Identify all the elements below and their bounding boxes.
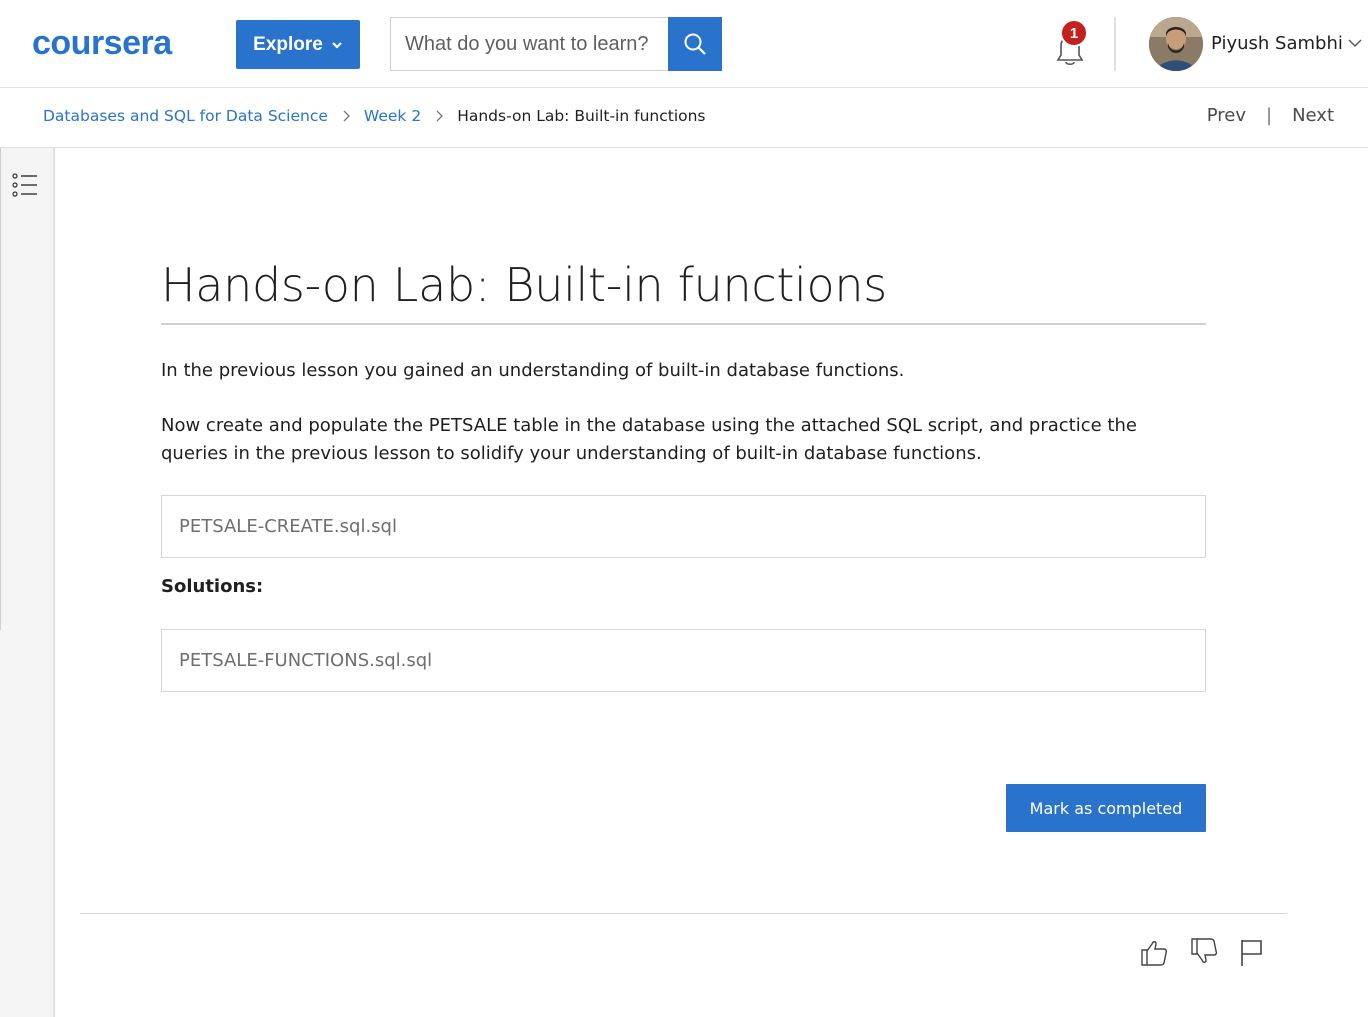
chevron-right-icon — [436, 110, 444, 122]
coursera-logo[interactable]: coursera — [32, 26, 206, 62]
thumbs-down-icon[interactable] — [1188, 936, 1220, 968]
instructions-paragraph: Now create and populate the PETSALE tabl… — [161, 415, 1137, 464]
prev-link[interactable]: Prev — [1207, 105, 1246, 126]
attachment-create-sql[interactable]: PETSALE-CREATE.sql.sql — [161, 495, 1206, 558]
search-button[interactable] — [668, 17, 722, 71]
chevron-right-icon — [343, 110, 350, 122]
explore-label: Explore — [253, 33, 323, 55]
chevron-down-icon — [332, 41, 342, 49]
top-navigation-bar: coursera Explore 1 Piyush Sambh — [0, 0, 1368, 88]
breadcrumb-link-week[interactable]: Week 2 — [364, 107, 421, 125]
list-menu-icon[interactable] — [12, 172, 38, 198]
footer-divider — [80, 913, 1287, 914]
sidebar-edge — [0, 148, 1, 630]
breadcrumb: Databases and SQL for Data Science Week … — [43, 107, 706, 125]
mark-as-completed-button[interactable]: Mark as completed — [1006, 784, 1206, 832]
search-bar — [390, 17, 722, 71]
notification-badge: 1 — [1060, 19, 1088, 47]
flag-icon[interactable] — [1236, 936, 1268, 968]
thumbs-up-icon[interactable] — [1138, 936, 1170, 968]
next-link[interactable]: Next — [1292, 105, 1334, 126]
chevron-down-icon[interactable] — [1348, 38, 1362, 48]
attachment-functions-sql[interactable]: PETSALE-FUNCTIONS.sql.sql — [161, 629, 1206, 692]
explore-button[interactable]: Explore — [236, 20, 360, 69]
header-divider — [1114, 17, 1116, 71]
breadcrumb-link-course[interactable]: Databases and SQL for Data Science — [43, 107, 328, 125]
breadcrumb-current: Hands-on Lab: Built-in functions — [457, 107, 706, 125]
course-sidebar — [0, 148, 55, 1017]
page-title: Hands-on Lab: Built-in functions — [161, 258, 887, 312]
nav-divider: | — [1265, 105, 1273, 126]
breadcrumb-bar: Databases and SQL for Data Science Week … — [0, 88, 1368, 148]
svg-text:coursera: coursera — [32, 26, 173, 62]
prev-next-nav: Prev | Next — [1207, 105, 1334, 126]
solutions-heading: Solutions: — [161, 576, 264, 597]
intro-paragraph: In the previous lesson you gained an und… — [161, 360, 905, 381]
title-divider — [161, 323, 1206, 325]
search-icon — [684, 33, 706, 55]
avatar[interactable] — [1149, 17, 1203, 71]
search-input[interactable] — [390, 17, 668, 71]
user-name[interactable]: Piyush Sambhi — [1211, 33, 1343, 54]
